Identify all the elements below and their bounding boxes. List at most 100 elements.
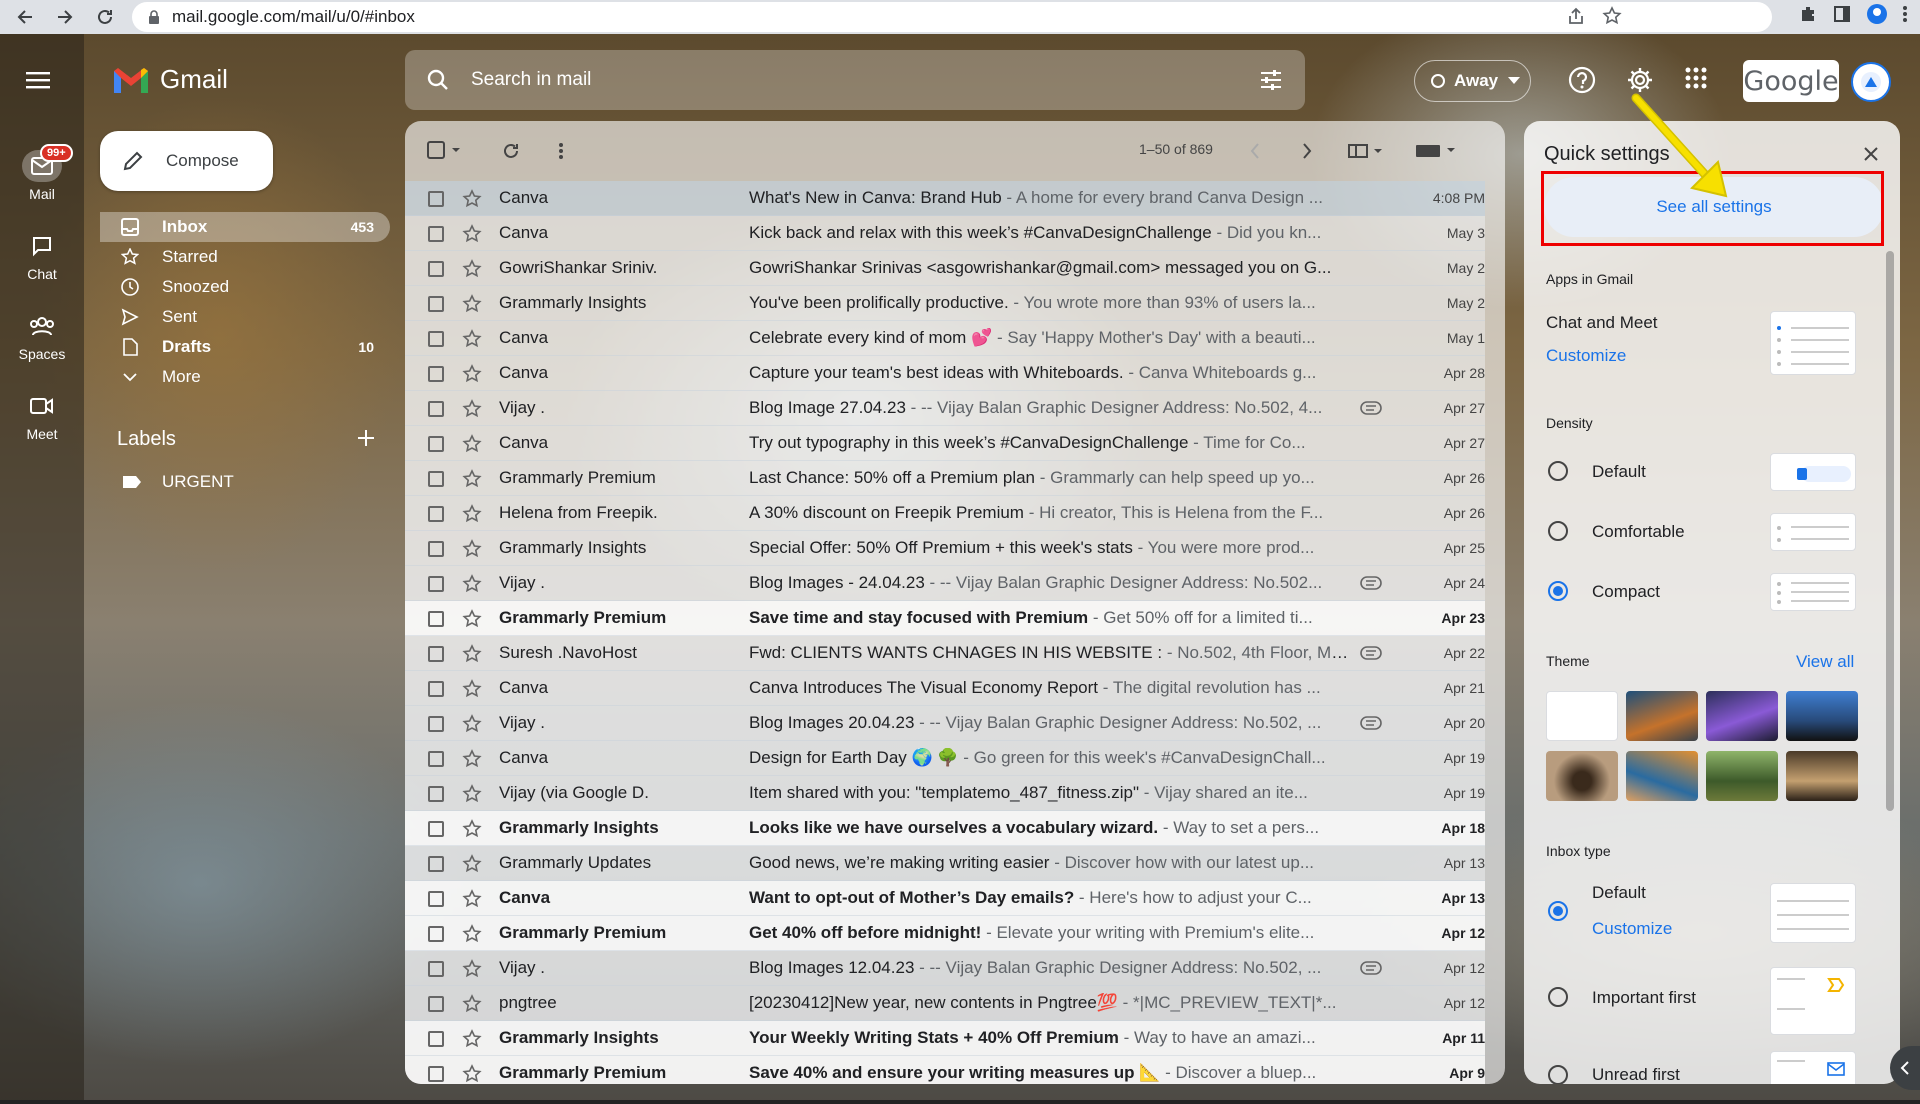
nav-inbox[interactable]: Inbox 453 [100,212,390,242]
theme-storm-tile[interactable] [1706,691,1778,741]
close-icon[interactable] [1862,145,1880,163]
density-comfortable-radio[interactable] [1548,521,1568,541]
email-row[interactable]: Grammarly Premium Save 40% and ensure you… [405,1056,1485,1084]
star-icon[interactable] [462,749,482,769]
row-checkbox[interactable] [428,786,444,802]
theme-default-tile[interactable] [1546,691,1618,741]
star-icon[interactable] [462,189,482,209]
attachment-icon[interactable] [1360,401,1382,415]
theme-view-all-link[interactable]: View all [1796,652,1854,672]
browser-menu-icon[interactable] [1902,4,1908,24]
star-icon[interactable] [462,924,482,944]
row-checkbox[interactable] [428,436,444,452]
main-menu-icon[interactable] [26,70,52,90]
email-row[interactable]: Canva Canva Introduces The Visual Economy… [405,671,1485,706]
theme-coast-tile[interactable] [1626,751,1698,801]
row-checkbox[interactable] [428,296,444,312]
email-row[interactable]: Helena from Freepik. A 30% discount on Fr… [405,496,1485,531]
star-icon[interactable] [462,784,482,804]
theme-city-tile[interactable] [1786,691,1858,741]
forward-icon[interactable] [50,2,80,32]
rail-meet[interactable]: Meet [0,390,84,442]
row-checkbox[interactable] [428,401,444,417]
bookmark-star-icon[interactable] [1602,6,1622,26]
star-icon[interactable] [462,714,482,734]
attachment-icon[interactable] [1360,576,1382,590]
density-default-radio[interactable] [1548,461,1568,481]
status-dropdown[interactable]: Away [1414,60,1531,102]
star-icon[interactable] [462,469,482,489]
email-row[interactable]: Grammarly Premium Save time and stay focu… [405,601,1485,636]
email-row[interactable]: Canva Celebrate every kind of mom 💕 - Say… [405,321,1485,356]
star-icon[interactable] [462,644,482,664]
row-checkbox[interactable] [428,926,444,942]
row-checkbox[interactable] [428,576,444,592]
star-icon[interactable] [462,224,482,244]
email-row[interactable]: pngtree [20230412]New year, new contents … [405,986,1485,1021]
email-row[interactable]: Canva Try out typography in this week’s #… [405,426,1485,461]
inbox-important-radio[interactable] [1548,987,1568,1007]
email-row[interactable]: Vijay (via Google D. Item shared with you… [405,776,1485,811]
star-icon[interactable] [462,1064,482,1084]
star-icon[interactable] [462,1029,482,1049]
star-icon[interactable] [462,889,482,909]
address-bar[interactable]: mail.google.com/mail/u/0/#inbox [132,2,1772,32]
search-bar[interactable]: Search in mail [405,50,1305,110]
email-row[interactable]: Grammarly Insights You've been prolifical… [405,286,1485,321]
email-row[interactable]: Vijay . Blog Image 27.04.23 - -- Vijay Ba… [405,391,1485,426]
star-icon[interactable] [462,959,482,979]
help-icon[interactable] [1568,66,1596,94]
row-checkbox[interactable] [428,1031,444,1047]
attachment-icon[interactable] [1360,646,1382,660]
see-all-settings-button[interactable]: See all settings [1544,177,1884,237]
extensions-icon[interactable] [1798,4,1818,24]
email-row[interactable]: Grammarly Insights Your Weekly Writing St… [405,1021,1485,1056]
theme-forest-tile[interactable] [1706,751,1778,801]
search-icon[interactable] [427,69,449,91]
row-checkbox[interactable] [428,821,444,837]
star-icon[interactable] [462,329,482,349]
more-vert-icon[interactable] [558,141,564,161]
email-row[interactable]: Grammarly Insights Looks like we have our… [405,811,1485,846]
nav-snoozed[interactable]: Snoozed [100,272,390,302]
row-checkbox[interactable] [428,226,444,242]
row-checkbox[interactable] [428,716,444,732]
density-compact-radio[interactable] [1548,581,1568,601]
compose-button[interactable]: Compose [100,131,273,191]
keyboard-icon[interactable] [1415,141,1457,161]
row-checkbox[interactable] [428,856,444,872]
inbox-customize-link[interactable]: Customize [1592,919,1672,939]
nav-drafts[interactable]: Drafts 10 [100,332,390,362]
email-row[interactable]: Grammarly Premium Last Chance: 50% off a … [405,461,1485,496]
row-checkbox[interactable] [428,961,444,977]
email-row[interactable]: Canva Want to opt-out of Mother’s Day ema… [405,881,1485,916]
email-row[interactable]: Vijay . Blog Images 20.04.23 - -- Vijay B… [405,706,1485,741]
nav-sent[interactable]: Sent [100,302,390,332]
row-checkbox[interactable] [428,751,444,767]
star-icon[interactable] [462,364,482,384]
rail-mail[interactable]: 99+ Mail [0,144,84,202]
next-page-icon[interactable] [1301,141,1313,161]
rail-spaces[interactable]: Spaces [0,310,84,362]
star-icon[interactable] [462,434,482,454]
theme-canyon-tile[interactable] [1626,691,1698,741]
select-all-checkbox[interactable] [427,141,461,159]
row-checkbox[interactable] [428,611,444,627]
gmail-logo[interactable]: Gmail [112,64,228,95]
email-row[interactable]: Suresh .NavoHost Fwd: CLIENTS WANTS CHNAG… [405,636,1485,671]
star-icon[interactable] [462,574,482,594]
row-checkbox[interactable] [428,996,444,1012]
share-icon[interactable] [1566,6,1586,26]
profile-avatar-icon[interactable] [1866,3,1888,25]
label-urgent[interactable]: URGENT [122,472,234,492]
theme-chess-tile[interactable] [1786,751,1858,801]
star-icon[interactable] [462,399,482,419]
nav-more[interactable]: More [100,362,390,392]
add-label-icon[interactable] [356,428,376,448]
email-row[interactable]: GowriShankar Sriniv. GowriShankar Sriniva… [405,251,1485,286]
search-options-icon[interactable] [1259,68,1283,92]
back-icon[interactable] [10,2,40,32]
email-row[interactable]: Canva Capture your team's best ideas with… [405,356,1485,391]
row-checkbox[interactable] [428,1066,444,1082]
row-checkbox[interactable] [428,681,444,697]
